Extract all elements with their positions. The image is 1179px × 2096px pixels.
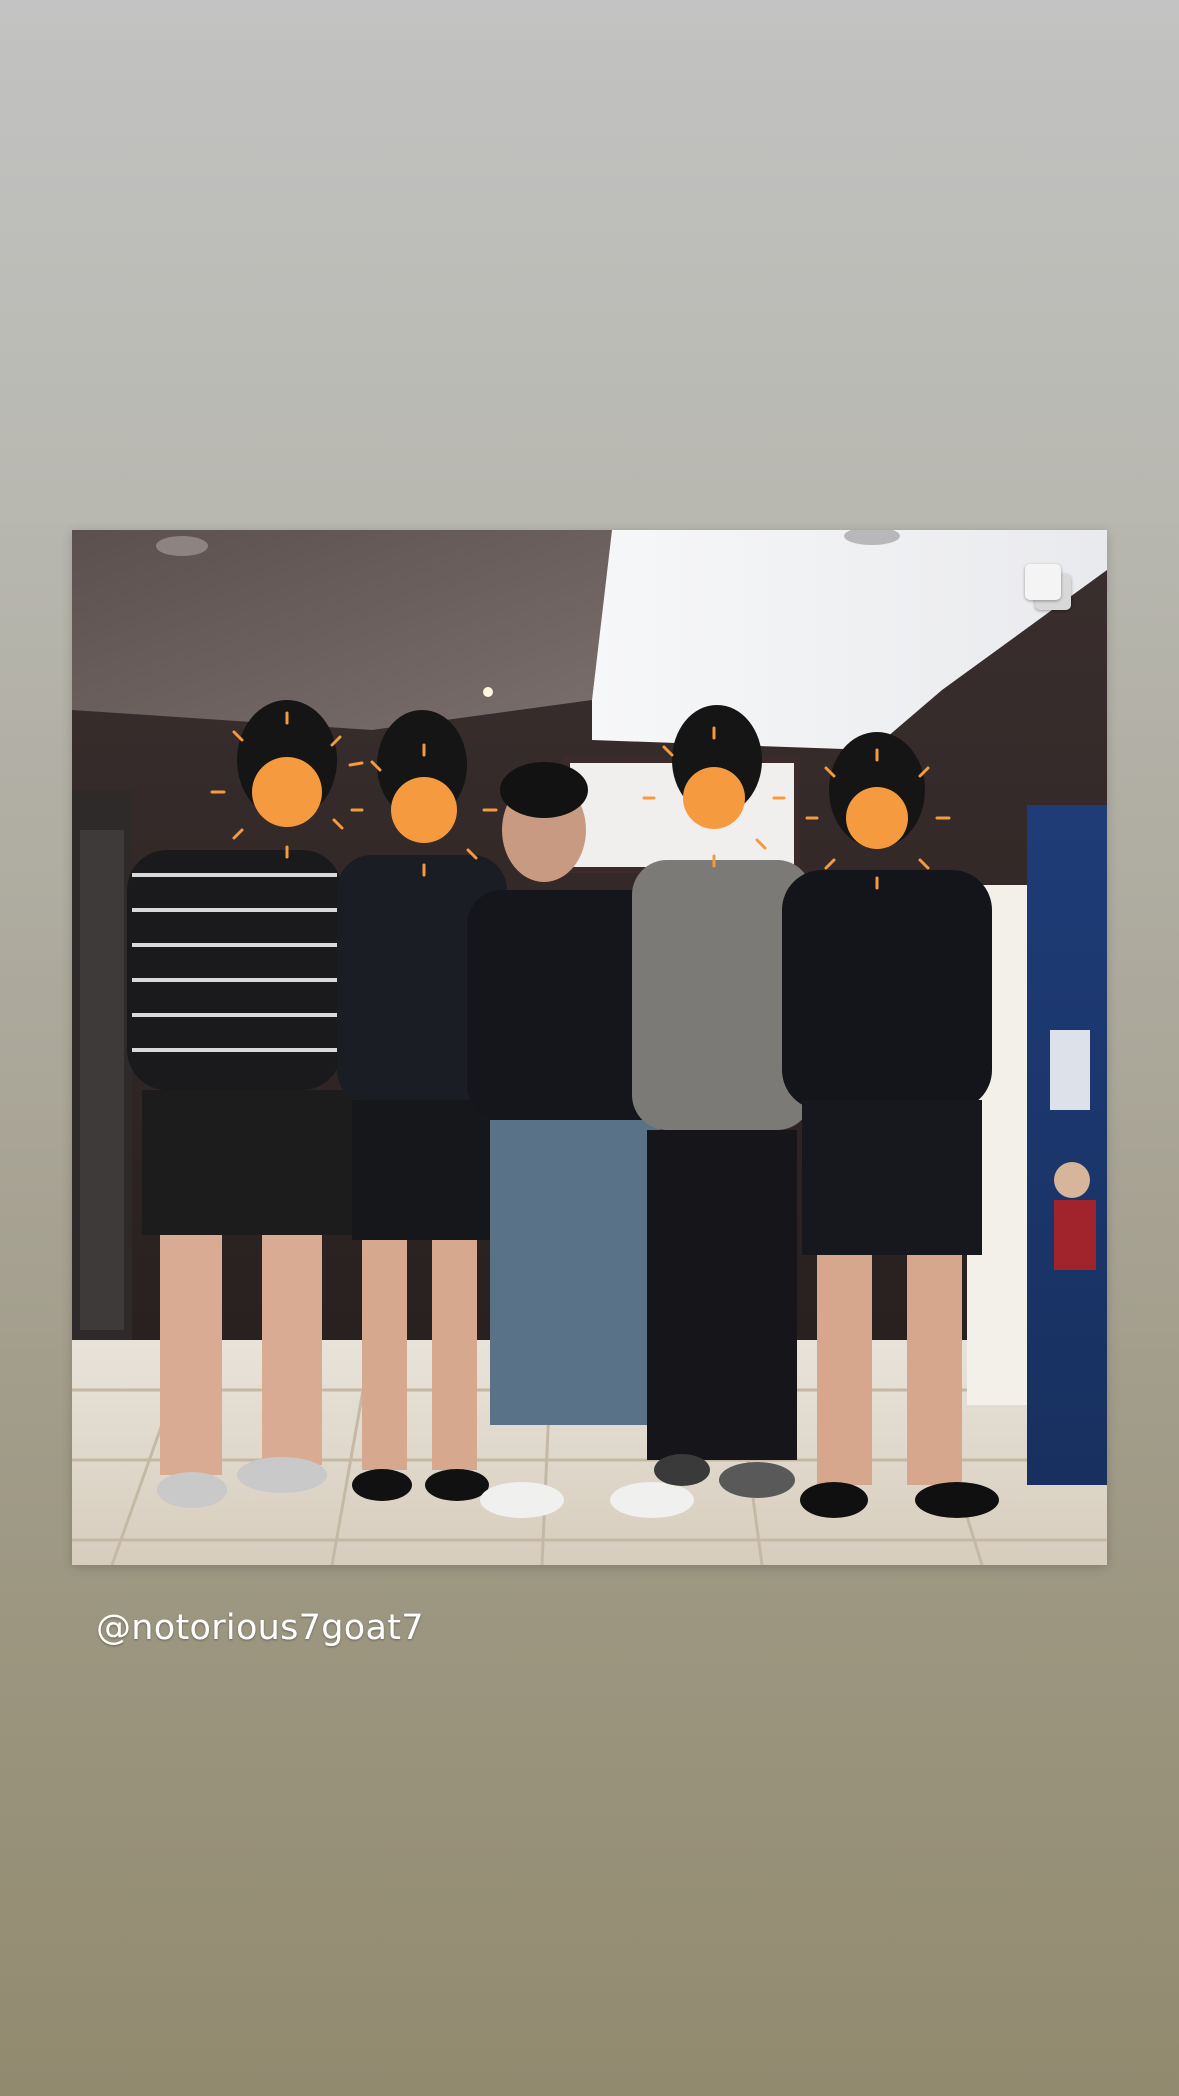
blue-standing-banner bbox=[1027, 805, 1107, 1485]
ceiling-light-1 bbox=[156, 536, 208, 556]
instagram-story: @notorious7goat7 bbox=[0, 0, 1179, 2096]
banner-text-block bbox=[1050, 1030, 1090, 1110]
ceiling-spot bbox=[483, 687, 493, 697]
carousel-icon bbox=[1025, 564, 1073, 612]
banner-player-figure bbox=[1054, 1162, 1090, 1198]
mention-sticker[interactable]: @notorious7goat7 bbox=[96, 1608, 424, 1648]
banner-player-shirt bbox=[1054, 1200, 1096, 1270]
ceiling-left bbox=[72, 530, 612, 730]
left-door-glass bbox=[80, 830, 124, 1330]
group-photo bbox=[72, 530, 1107, 1565]
shared-post-image[interactable] bbox=[72, 530, 1107, 1565]
